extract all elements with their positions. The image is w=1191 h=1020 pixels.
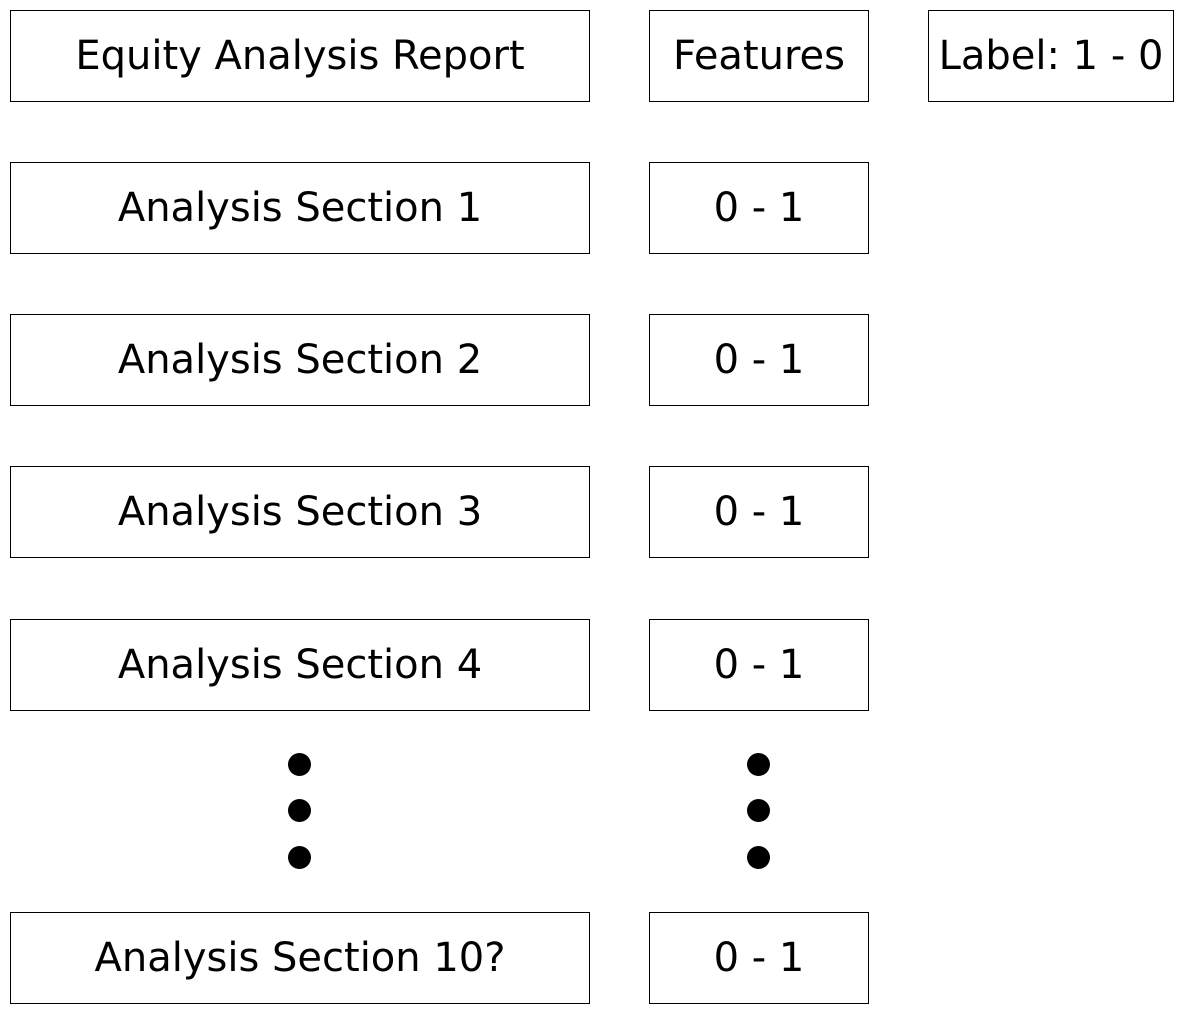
- feature-value-label: 0 - 1: [713, 337, 805, 383]
- equity-analysis-report-box: Equity Analysis Report: [10, 10, 590, 102]
- feature-value-box: 0 - 1: [649, 466, 869, 558]
- analysis-section-box: Analysis Section 10?: [10, 912, 590, 1004]
- ellipsis-dot: [747, 846, 770, 869]
- analysis-section-box: Analysis Section 3: [10, 466, 590, 558]
- ellipsis-dot: [288, 799, 311, 822]
- analysis-section-label: Analysis Section 1: [117, 185, 483, 231]
- feature-value-box: 0 - 1: [649, 912, 869, 1004]
- ellipsis-dot: [288, 753, 311, 776]
- feature-value-label: 0 - 1: [713, 489, 805, 535]
- feature-value-label: 0 - 1: [713, 642, 805, 688]
- analysis-section-box: Analysis Section 2: [10, 314, 590, 406]
- analysis-section-label: Analysis Section 2: [117, 337, 483, 383]
- ellipsis-dot: [747, 753, 770, 776]
- equity-analysis-report-label: Equity Analysis Report: [75, 33, 525, 79]
- ellipsis-dot: [288, 846, 311, 869]
- analysis-section-label: Analysis Section 10?: [94, 935, 506, 981]
- analysis-section-box: Analysis Section 1: [10, 162, 590, 254]
- features-box: Features: [649, 10, 869, 102]
- feature-value-box: 0 - 1: [649, 619, 869, 711]
- feature-value-box: 0 - 1: [649, 162, 869, 254]
- analysis-section-label: Analysis Section 3: [117, 489, 483, 535]
- analysis-section-box: Analysis Section 4: [10, 619, 590, 711]
- analysis-section-label: Analysis Section 4: [117, 642, 483, 688]
- feature-value-box: 0 - 1: [649, 314, 869, 406]
- label-box: Label: 1 - 0: [928, 10, 1174, 102]
- feature-value-label: 0 - 1: [713, 935, 805, 981]
- label-text: Label: 1 - 0: [938, 33, 1164, 79]
- features-label: Features: [673, 33, 845, 79]
- feature-value-label: 0 - 1: [713, 185, 805, 231]
- ellipsis-dot: [747, 799, 770, 822]
